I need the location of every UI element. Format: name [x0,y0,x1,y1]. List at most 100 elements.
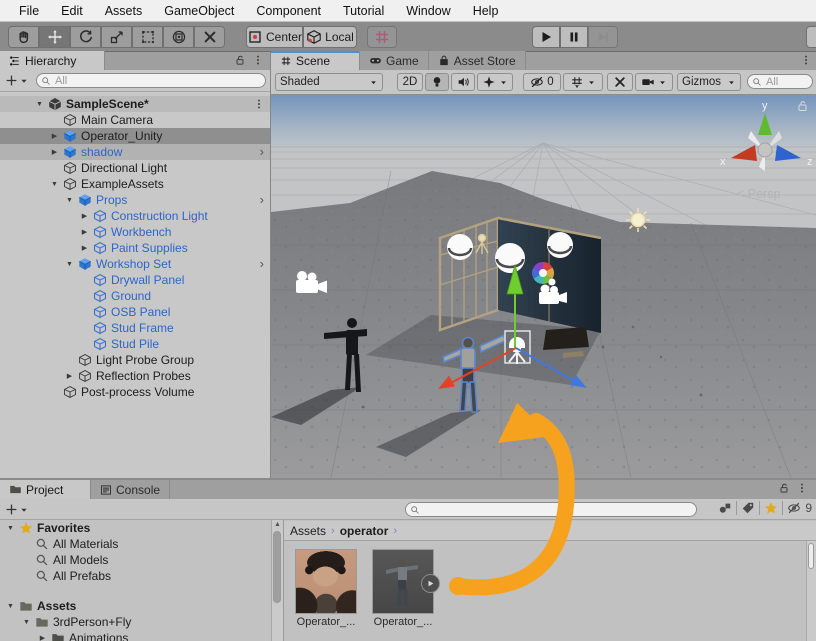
expand-arrow-icon[interactable]: ▼ [33,101,46,108]
lock-icon[interactable] [778,482,790,494]
shading-mode-dropdown[interactable]: Shaded [275,73,383,91]
menu-window[interactable]: Window [395,0,461,22]
hierarchy-item-reflection-probes[interactable]: ▶Reflection Probes [0,368,270,384]
tab-game[interactable]: Game [360,51,429,70]
lock-icon[interactable] [234,54,246,66]
hierarchy-item-operator-unity[interactable]: ▶Operator_Unity [0,128,270,144]
project-tree-item-all-prefabs[interactable]: All Prefabs [0,568,271,584]
expand-arrow-icon[interactable]: ▶ [78,228,91,236]
hierarchy-item-stud-pile[interactable]: Stud Pile [0,336,270,352]
scene-effects-dropdown[interactable] [477,73,513,91]
breadcrumb-assets[interactable]: Assets [290,524,326,538]
hierarchy-scene-row[interactable]: ▼ SampleScene* [0,96,270,112]
create-asset-icon[interactable] [5,503,18,516]
move-tool-button[interactable] [39,26,70,48]
prefab-chevron-icon[interactable]: › [260,193,264,207]
expand-arrow-icon[interactable]: ▶ [63,372,76,380]
hidden-objects-button[interactable]: 0 [523,73,561,91]
scene-search-input[interactable] [764,75,808,89]
hand-tool-button[interactable] [8,26,39,48]
kebab-menu-icon[interactable] [253,98,265,110]
hierarchy-item-paint-supplies[interactable]: ▶Paint Supplies [0,240,270,256]
scene-lighting-button[interactable] [425,73,449,91]
expand-arrow-icon[interactable]: ▼ [20,619,33,626]
asset-item-model[interactable]: Operator_... [372,549,434,628]
hierarchy-item-props[interactable]: ▼Props› [0,192,270,208]
breadcrumb-operator[interactable]: operator [340,524,389,538]
hierarchy-item-main-camera[interactable]: Main Camera [0,112,270,128]
menu-help[interactable]: Help [462,0,510,22]
menu-assets[interactable]: Assets [94,0,154,22]
axis-z-label[interactable]: z [807,156,813,168]
tab-project[interactable]: Project [0,480,91,499]
tab-asset-store[interactable]: Asset Store [429,51,526,70]
toolbar-right-clipped-button[interactable] [806,26,816,48]
grid-visibility-dropdown[interactable] [563,73,603,91]
create-asset-caret-icon[interactable] [19,505,29,515]
expand-arrow-icon[interactable]: ▼ [63,261,76,268]
prefab-chevron-icon[interactable]: › [260,145,264,159]
expand-arrow-icon[interactable]: ▼ [48,181,61,188]
hierarchy-item-drywall-panel[interactable]: Drywall Panel [0,272,270,288]
scene-audio-button[interactable] [451,73,475,91]
expand-arrow-icon[interactable]: ▶ [48,148,61,156]
tab-scene[interactable]: Scene [271,51,360,70]
play-button[interactable] [532,26,560,48]
menu-gameobject[interactable]: GameObject [153,0,245,22]
tab-hierarchy[interactable]: Hierarchy [0,51,105,70]
eye-off-icon[interactable] [787,501,801,515]
transform-tool-button[interactable] [163,26,194,48]
hierarchy-item-shadow[interactable]: ▶shadow› [0,144,270,160]
custom-tool-button[interactable] [194,26,225,48]
asset-grid-scrollbar[interactable] [806,541,816,641]
add-object-caret-icon[interactable] [19,76,29,86]
pivot-center-button[interactable]: Center [246,26,303,48]
menu-file[interactable]: File [8,0,50,22]
project-tree-item-all-models[interactable]: All Models [0,552,271,568]
menu-component[interactable]: Component [245,0,332,22]
expand-arrow-icon[interactable]: ▶ [48,132,61,140]
hierarchy-item-workbench[interactable]: ▶Workbench [0,224,270,240]
expand-arrow-icon[interactable]: ▶ [36,634,49,641]
kebab-menu-icon[interactable] [252,54,264,66]
prefab-chevron-icon[interactable]: › [260,257,264,271]
scene-viewport[interactable]: y x z < Persp [271,95,816,478]
project-search-field[interactable] [405,502,697,517]
expand-arrow-icon[interactable]: ▼ [63,197,76,204]
menu-tutorial[interactable]: Tutorial [332,0,395,22]
hierarchy-item-osb-panel[interactable]: OSB Panel [0,304,270,320]
search-by-type-icon[interactable] [718,501,732,515]
project-search-input[interactable] [422,503,692,517]
hierarchy-search-input[interactable] [53,74,261,88]
rect-tool-button[interactable] [132,26,163,48]
scrollbar-thumb[interactable] [273,531,281,603]
rotate-tool-button[interactable] [70,26,101,48]
menu-edit[interactable]: Edit [50,0,94,22]
favorites-star-icon[interactable] [764,501,778,515]
gizmos-dropdown[interactable]: Gizmos [677,73,741,91]
add-object-icon[interactable] [5,74,18,87]
hierarchy-search-field[interactable] [36,73,266,88]
hierarchy-item-light-probe-group[interactable]: Light Probe Group [0,352,270,368]
hierarchy-item-post-process-volume[interactable]: Post-process Volume [0,384,270,400]
search-by-label-icon[interactable] [741,501,755,515]
hierarchy-item-directional-light[interactable]: Directional Light [0,160,270,176]
2d-toggle-button[interactable]: 2D [397,73,423,91]
expand-arrow-icon[interactable]: ▶ [78,244,91,252]
project-tree-item-animations[interactable]: ▶Animations [0,630,271,641]
project-tree-scrollbar[interactable]: ▲ [271,520,283,641]
asset-item-texture[interactable]: Operator_... [295,549,357,628]
expand-arrow-icon[interactable]: ▼ [4,603,17,610]
scrollbar-thumb[interactable] [808,543,814,569]
hierarchy-item-exampleassets[interactable]: ▼ExampleAssets [0,176,270,192]
scene-tools-button[interactable] [607,73,633,91]
project-tree-item-all-materials[interactable]: All Materials [0,536,271,552]
scale-tool-button[interactable] [101,26,132,48]
project-tree-item-3rdperson-fly[interactable]: ▼3rdPerson+Fly [0,614,271,630]
scene-camera-dropdown[interactable] [635,73,673,91]
hierarchy-item-workshop-set[interactable]: ▼Workshop Set› [0,256,270,272]
project-tree-item-favorites[interactable]: ▼Favorites [0,520,271,536]
pivot-local-button[interactable]: Local [303,26,357,48]
hierarchy-item-ground[interactable]: Ground [0,288,270,304]
expand-arrow-icon[interactable]: ▼ [4,525,17,532]
